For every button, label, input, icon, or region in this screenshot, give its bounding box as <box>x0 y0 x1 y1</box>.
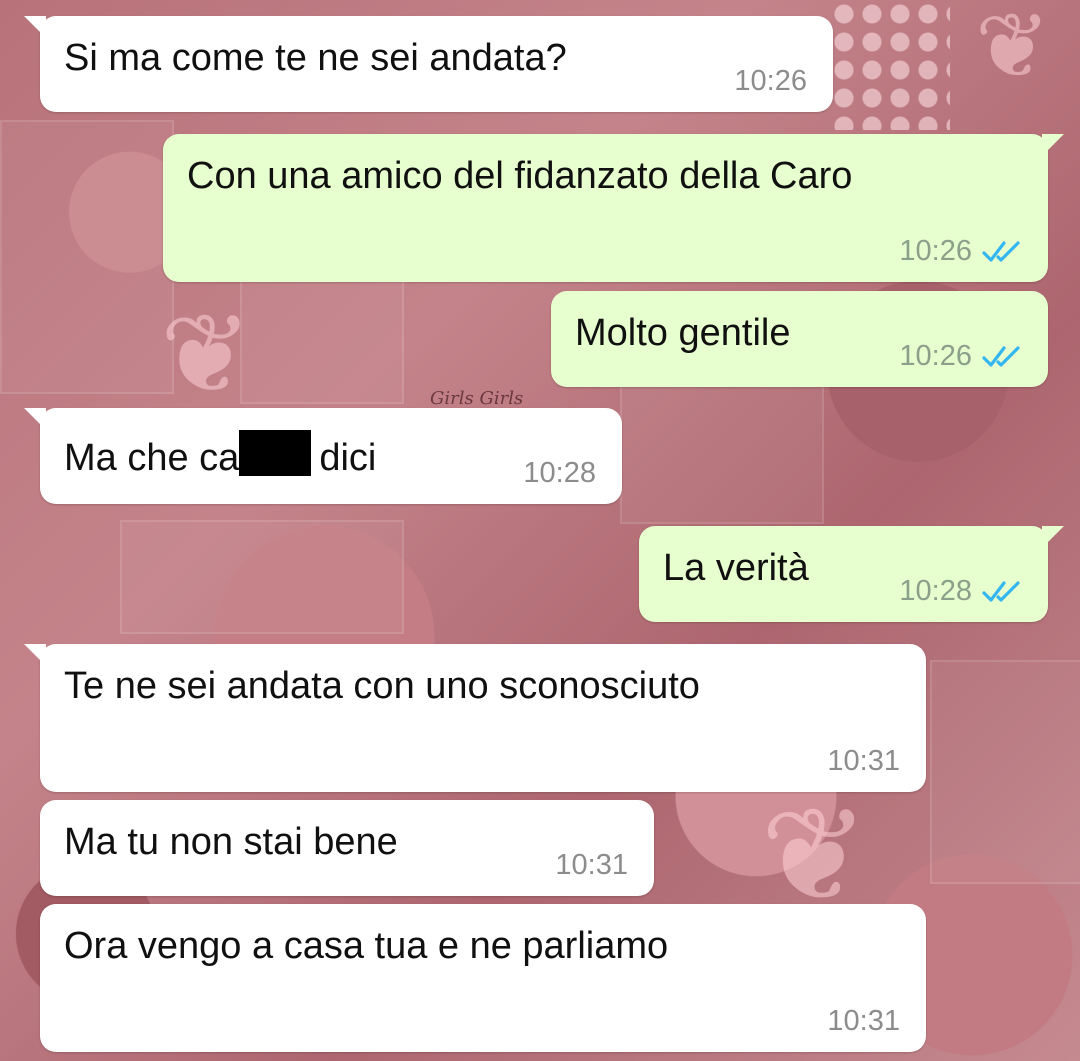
bubble-tail <box>24 644 46 666</box>
message-meta: 10:28 <box>899 577 1022 606</box>
message-time: 10:26 <box>899 340 972 372</box>
double-check-icon <box>982 580 1020 602</box>
message-text: La verità <box>663 547 809 589</box>
message-list[interactable]: Si ma come te ne sei andata? 10:26 Con u… <box>0 0 1080 1061</box>
message-text: Molto gentile <box>575 312 791 354</box>
message-meta: 10:28 <box>523 459 596 488</box>
message-time: 10:31 <box>827 1005 900 1037</box>
message-bubble-incoming[interactable]: Ma tu non stai bene 10:31 <box>40 800 654 896</box>
message-meta: 10:31 <box>827 1007 900 1036</box>
message-bubble-outgoing[interactable]: Molto gentile 10:26 <box>551 291 1048 387</box>
message-text: Te ne sei andata con uno sconosciuto <box>64 665 700 707</box>
bubble-tail <box>24 16 46 38</box>
bubble-tail <box>1042 134 1064 156</box>
message-meta: 10:26 <box>899 237 1022 266</box>
message-text-end: dici <box>319 437 377 479</box>
message-bubble-outgoing[interactable]: Con una amico del fidanzato della Caro 1… <box>163 134 1064 282</box>
message-bubble-incoming[interactable]: Si ma come te ne sei andata? 10:26 <box>24 16 833 112</box>
message-bubble-incoming[interactable]: Ma che ca dici 10:28 <box>24 408 622 504</box>
bubble-tail <box>24 408 46 430</box>
message-meta: 10:31 <box>555 851 628 880</box>
bubble-tail <box>1042 526 1064 548</box>
message-text: Con una amico del fidanzato della Caro <box>187 155 853 197</box>
double-check-icon <box>982 345 1020 367</box>
message-meta: 10:31 <box>827 747 900 776</box>
redaction-block <box>239 430 312 476</box>
message-text: Si ma come te ne sei andata? <box>64 37 567 79</box>
message-text-start: Ma che ca <box>64 437 240 479</box>
message-time: 10:31 <box>827 745 900 777</box>
message-time: 10:26 <box>899 235 972 267</box>
message-meta: 10:26 <box>899 342 1022 371</box>
message-time: 10:26 <box>734 65 807 97</box>
message-time: 10:31 <box>555 849 628 881</box>
message-time: 10:28 <box>523 457 596 489</box>
message-meta: 10:26 <box>734 67 807 96</box>
double-check-icon <box>982 240 1020 262</box>
message-bubble-incoming[interactable]: Te ne sei andata con uno sconosciuto 10:… <box>24 644 926 792</box>
message-text: Ma che ca dici <box>64 430 376 480</box>
message-bubble-incoming[interactable]: Ora vengo a casa tua e ne parliamo 10:31 <box>40 904 926 1052</box>
message-bubble-outgoing[interactable]: La verità 10:28 <box>639 526 1064 622</box>
message-text: Ma tu non stai bene <box>64 821 398 863</box>
message-text: Ora vengo a casa tua e ne parliamo <box>64 925 669 967</box>
message-time: 10:28 <box>899 575 972 607</box>
